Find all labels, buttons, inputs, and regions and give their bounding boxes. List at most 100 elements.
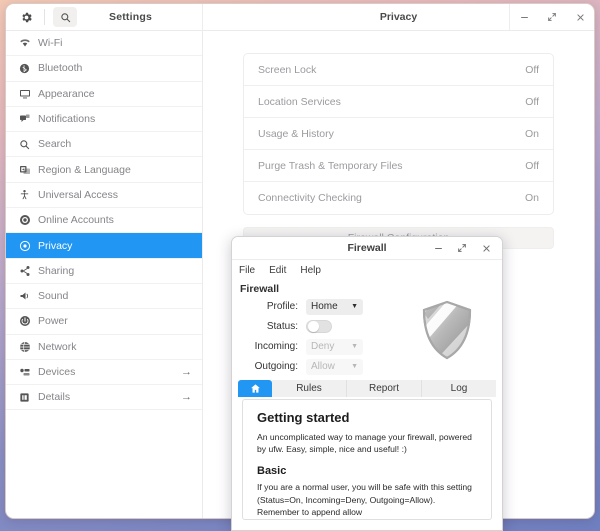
getting-started-heading: Getting started (257, 410, 350, 425)
profile-label: Profile: (266, 301, 298, 312)
incoming-row: Incoming: Deny ▼ (240, 337, 400, 356)
settings-titlebar-left: Settings (6, 4, 203, 30)
sidebar-item-label: Bluetooth (38, 62, 83, 75)
row-value: On (524, 192, 539, 204)
toggle-knob (308, 321, 319, 332)
row-value: Off (525, 63, 539, 76)
sidebar-item-label: Universal Access (38, 188, 118, 201)
sidebar-item-appearance[interactable]: Appearance (6, 82, 202, 107)
tab-report[interactable]: Report (347, 379, 422, 397)
search-icon[interactable] (53, 7, 77, 27)
sidebar-item-sharing[interactable]: Sharing (6, 259, 202, 284)
firewall-window-controls (426, 237, 502, 259)
sidebar-item-label: Power (38, 315, 68, 328)
sidebar-item-online-accounts[interactable]: Online Accounts (6, 208, 202, 234)
wifi-icon (15, 37, 34, 49)
tab-rules[interactable]: Rules (272, 379, 347, 397)
sidebar-item-power[interactable]: Power (6, 309, 202, 335)
sidebar-item-label: Sharing (38, 264, 75, 277)
chevron-right-icon: → (181, 366, 192, 378)
sidebar-item-wifi[interactable]: Wi-Fi (6, 31, 202, 57)
sidebar-item-label: Region & Language (38, 163, 131, 176)
region-language-icon (15, 164, 34, 176)
sidebar-item-devices[interactable]: Devices → (6, 360, 202, 386)
search-icon (15, 139, 34, 150)
profile-value: Home (311, 301, 338, 312)
sidebar-item-privacy[interactable]: Privacy (6, 233, 202, 259)
menu-item-help[interactable]: Help (300, 265, 321, 276)
sharing-icon (15, 265, 34, 277)
settings-app-title: Settings (108, 11, 153, 23)
profile-row: Profile: Home ▼ (240, 297, 400, 316)
sidebar-item-label: Sound (38, 290, 69, 303)
chevron-down-icon: ▼ (351, 343, 358, 350)
profile-dropdown[interactable]: Home ▼ (306, 298, 363, 315)
bluetooth-icon (15, 63, 34, 74)
sidebar-item-label: Devices (38, 366, 76, 378)
outgoing-row: Outgoing: Allow ▼ (240, 357, 400, 376)
privacy-row-screen-lock[interactable]: Screen Lock Off (244, 54, 553, 86)
row-label: Usage & History (258, 127, 334, 140)
chevron-down-icon: ▼ (351, 363, 358, 370)
close-button[interactable] (474, 237, 498, 259)
page-title: Privacy (379, 11, 418, 23)
accessibility-icon (15, 189, 34, 201)
row-label: Screen Lock (258, 63, 317, 76)
row-label: Connectivity Checking (258, 192, 362, 204)
sidebar-item-region-language[interactable]: Region & Language (6, 157, 202, 183)
basic-heading: Basic (257, 465, 287, 478)
outgoing-label: Outgoing: (254, 361, 298, 372)
sidebar-item-label: Wi-Fi (38, 37, 63, 50)
privacy-row-usage-history[interactable]: Usage & History On (244, 118, 553, 150)
menu-item-edit[interactable]: Edit (269, 265, 286, 276)
settings-sidebar: Wi-Fi Bluetooth Appearance Notifications (6, 31, 203, 518)
sidebar-item-sound[interactable]: Sound (6, 284, 202, 310)
home-icon (250, 383, 261, 394)
status-toggle[interactable] (306, 320, 332, 333)
online-accounts-icon (15, 214, 34, 226)
incoming-value: Deny (311, 341, 335, 352)
status-row: Status: (240, 317, 400, 336)
sidebar-item-notifications[interactable]: Notifications (6, 107, 202, 133)
incoming-dropdown[interactable]: Deny ▼ (306, 338, 363, 355)
details-icon (15, 392, 34, 403)
outgoing-dropdown[interactable]: Allow ▼ (306, 358, 363, 375)
shield-icon-wrap (400, 297, 494, 377)
toolbar-divider (44, 9, 45, 25)
firewall-titlebar: Firewall (232, 237, 502, 260)
firewall-menubar: File Edit Help (232, 260, 502, 280)
sound-icon (15, 290, 34, 302)
sidebar-item-search[interactable]: Search (6, 132, 202, 158)
row-label: Purge Trash & Temporary Files (258, 159, 403, 172)
row-value: Off (525, 95, 539, 108)
tab-log[interactable]: Log (422, 379, 496, 397)
sidebar-item-universal-access[interactable]: Universal Access (6, 183, 202, 209)
monitor-icon (15, 88, 34, 100)
sidebar-item-label: Network (38, 340, 77, 353)
sidebar-item-label: Online Accounts (38, 214, 114, 227)
privacy-row-connectivity-checking[interactable]: Connectivity Checking On (244, 182, 553, 214)
firewall-tabs: Rules Report Log (232, 377, 502, 399)
restore-button[interactable] (450, 237, 474, 259)
sidebar-item-network[interactable]: Network (6, 335, 202, 360)
sidebar-item-bluetooth[interactable]: Bluetooth (6, 56, 202, 82)
sidebar-item-label: Privacy (38, 239, 73, 252)
getting-started-paragraph: An uncomplicated way to manage your fire… (257, 432, 472, 455)
basic-paragraph: If you are a normal user, you will be sa… (257, 482, 472, 517)
sidebar-item-label: Appearance (38, 87, 95, 100)
gear-icon[interactable] (14, 7, 38, 27)
sidebar-item-details[interactable]: Details → (6, 385, 202, 411)
privacy-row-purge-trash[interactable]: Purge Trash & Temporary Files Off (244, 150, 553, 182)
privacy-row-location-services[interactable]: Location Services Off (244, 86, 553, 118)
minimize-button[interactable] (426, 237, 450, 259)
power-icon (15, 315, 34, 327)
menu-item-file[interactable]: File (239, 265, 255, 276)
firewall-controls: Profile: Home ▼ Status: Incoming: Deny ▼ (232, 297, 502, 377)
status-label: Status: (266, 321, 298, 332)
chevron-right-icon: → (181, 391, 192, 404)
chevron-down-icon: ▼ (351, 303, 358, 310)
sidebar-item-label: Notifications (38, 113, 96, 126)
row-label: Location Services (258, 95, 341, 108)
tab-home[interactable] (238, 379, 272, 397)
firewall-fields: Profile: Home ▼ Status: Incoming: Deny ▼ (240, 297, 400, 377)
